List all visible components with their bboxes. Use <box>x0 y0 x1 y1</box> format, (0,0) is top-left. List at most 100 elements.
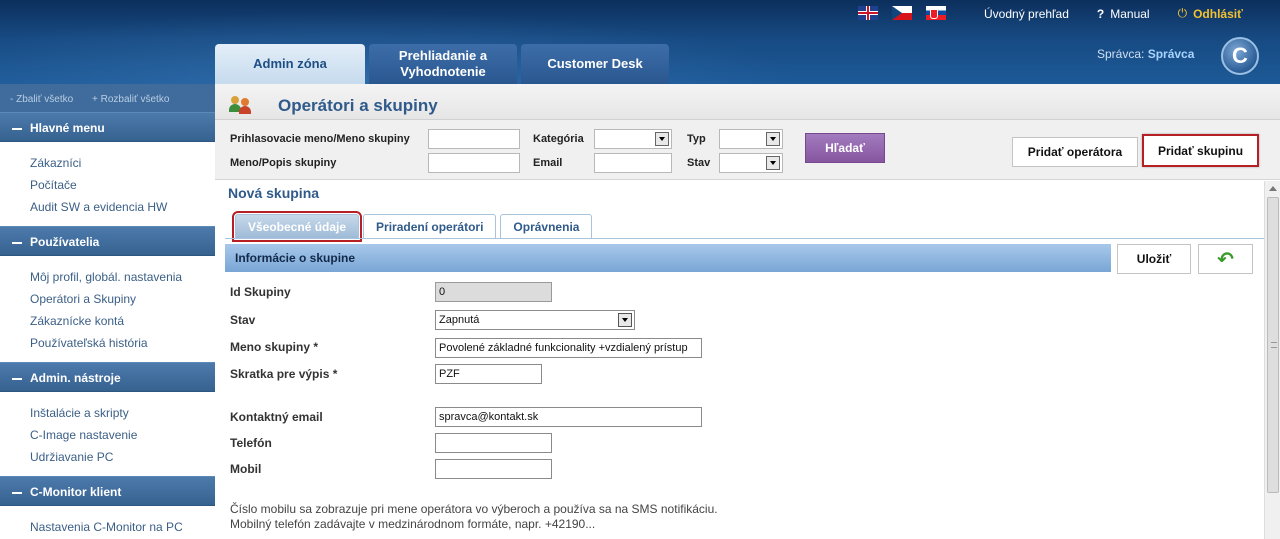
vertical-scrollbar[interactable] <box>1264 181 1280 539</box>
collapse-icon <box>12 127 22 130</box>
sk-flag-icon[interactable] <box>926 6 946 20</box>
group-id-label: Id Skupiny <box>230 285 291 299</box>
sidebar-item-customer-accounts[interactable]: Zákaznícke kontá <box>30 310 215 332</box>
top-header: Úvodný prehľad ? Manual ⏻ Odhlásiť Admin… <box>0 0 1280 84</box>
overview-link[interactable]: Úvodný prehľad <box>984 7 1069 21</box>
mobile-label: Mobil <box>230 462 262 476</box>
state-label: Stav <box>230 313 256 327</box>
top-links: Úvodný prehľad ? Manual ⏻ Odhlásiť <box>984 6 1243 21</box>
section-title: Používatelia <box>30 235 100 249</box>
tab-assigned-operators[interactable]: Priradení operátori <box>363 214 497 239</box>
page-title: Operátori a skupiny <box>278 96 438 115</box>
abbreviation-label: Skratka pre výpis * <box>230 367 338 381</box>
tabs-divider <box>225 238 1265 239</box>
save-button[interactable]: Uložiť <box>1117 244 1191 274</box>
login-filter-label: Prihlasovacie meno/Meno skupiny <box>230 133 410 145</box>
chevron-down-icon <box>766 132 780 146</box>
login-filter-input[interactable] <box>428 129 520 149</box>
sidebar-item-c-monitor-settings[interactable]: Nastavenia C-Monitor na PC <box>30 516 215 538</box>
section-title: C-Monitor klient <box>30 485 122 499</box>
chevron-down-icon <box>618 313 632 327</box>
state-select[interactable] <box>719 153 783 173</box>
abbreviation-field[interactable]: PZF <box>435 364 542 384</box>
state-value: Zapnutá <box>439 314 480 326</box>
admin-label: Správca: Správca <box>1097 47 1194 61</box>
title-bar: Operátori a skupiny <box>215 84 1280 120</box>
sidebar-section-body: Zákazníci Počítače Audit SW a evidencia … <box>0 142 215 226</box>
grip-icon <box>1271 342 1277 348</box>
sidebar-section-body: Môj profil, globál. nastavenia Operátori… <box>0 256 215 362</box>
scroll-up-icon[interactable] <box>1269 186 1277 191</box>
sidebar: - Zbaliť všetko + Rozbaliť všetko Hlavné… <box>0 84 215 539</box>
form-tabs: Všeobecné údaje Priradení operátori Oprá… <box>231 211 593 242</box>
sidebar-section-main-menu[interactable]: Hlavné menu <box>0 112 215 142</box>
tab-permissions[interactable]: Oprávnenia <box>500 214 593 239</box>
sidebar-section-admin-tools[interactable]: Admin. nástroje <box>0 362 215 392</box>
manual-link[interactable]: Manual <box>1110 7 1149 21</box>
sidebar-item-user-history[interactable]: Používateľská história <box>30 332 215 354</box>
phone-label: Telefón <box>230 436 272 450</box>
sidebar-item-computers[interactable]: Počítače <box>30 174 215 196</box>
logo-icon[interactable]: C <box>1221 37 1259 75</box>
search-button[interactable]: Hľadať <box>805 133 885 163</box>
sidebar-section-users[interactable]: Používatelia <box>0 226 215 256</box>
users-icon <box>229 94 253 114</box>
sidebar-item-my-profile[interactable]: Môj profil, globál. nastavenia <box>30 266 215 288</box>
sidebar-section-body: Inštalácie a skripty C-Image nastavenie … <box>0 392 215 476</box>
tab-review-evaluation[interactable]: Prehliadanie a Vyhodnotenie <box>369 44 517 84</box>
main-tabs: Admin zóna Prehliadanie a Vyhodnotenie C… <box>215 44 669 84</box>
tab-label: Admin zóna <box>253 56 327 71</box>
sidebar-item-customers[interactable]: Zákazníci <box>30 152 215 174</box>
collapse-all-link[interactable]: - Zbaliť všetko <box>10 94 73 105</box>
chevron-down-icon <box>766 156 780 170</box>
collapse-icon <box>12 241 22 244</box>
add-operator-button[interactable]: Pridať operátora <box>1012 137 1138 167</box>
phone-field[interactable] <box>435 433 552 453</box>
note-line: Číslo mobilu sa zobrazuje pri mene operá… <box>230 502 718 516</box>
name-filter-input[interactable] <box>428 153 520 173</box>
tab-general-info[interactable]: Všeobecné údaje <box>231 211 363 242</box>
email-filter-label: Email <box>533 157 563 169</box>
contact-email-label: Kontaktný email <box>230 410 323 424</box>
type-select[interactable] <box>719 129 783 149</box>
main-content: Operátori a skupiny Prihlasovacie meno/M… <box>215 84 1280 539</box>
sidebar-section-c-monitor[interactable]: C-Monitor klient <box>0 476 215 506</box>
tab-label: Customer Desk <box>547 56 643 71</box>
form-title: Nová skupina <box>228 185 320 201</box>
language-flags <box>858 6 946 20</box>
state-filter-label: Stav <box>687 157 711 169</box>
back-icon[interactable]: ↶ <box>1198 244 1253 274</box>
contact-email-field[interactable]: spravca@kontakt.sk <box>435 407 702 427</box>
tab-label: Prehliadanie a Vyhodnotenie <box>399 48 487 80</box>
category-select[interactable] <box>594 129 672 149</box>
section-title: Hlavné menu <box>30 121 105 135</box>
add-group-button[interactable]: Pridať skupinu <box>1142 134 1259 167</box>
logout-link[interactable]: Odhlásiť <box>1193 7 1243 21</box>
admin-name[interactable]: Správca <box>1148 47 1195 61</box>
tab-admin-zone[interactable]: Admin zóna <box>215 44 365 84</box>
expand-all-link[interactable]: + Rozbaliť všetko <box>92 94 169 105</box>
sidebar-item-installs-scripts[interactable]: Inštalácie a skripty <box>30 402 215 424</box>
cz-flag-icon[interactable] <box>892 6 912 20</box>
help-icon[interactable]: ? <box>1097 7 1104 21</box>
mobile-field[interactable] <box>435 459 552 479</box>
uk-flag-icon[interactable] <box>858 6 878 20</box>
sidebar-item-c-image[interactable]: C-Image nastavenie <box>30 424 215 446</box>
group-name-label: Meno skupiny * <box>230 340 319 354</box>
tab-label-line2: Vyhodnotenie <box>400 64 486 79</box>
tab-label-line1: Prehliadanie a <box>398 48 488 63</box>
tab-customer-desk[interactable]: Customer Desk <box>521 44 669 84</box>
search-panel: Prihlasovacie meno/Meno skupiny Meno/Pop… <box>215 120 1280 180</box>
power-icon[interactable]: ⏻ <box>1178 6 1188 21</box>
section-header: Informácie o skupine <box>225 244 1111 272</box>
sidebar-item-audit[interactable]: Audit SW a evidencia HW <box>30 196 215 218</box>
state-field-select[interactable]: Zapnutá <box>435 310 635 330</box>
sidebar-item-pc-maintenance[interactable]: Udržiavanie PC <box>30 446 215 468</box>
group-name-field[interactable]: Povolené základné funkcionality +vzdiale… <box>435 338 702 358</box>
sidebar-item-operators-groups[interactable]: Operátori a Skupiny <box>30 288 215 310</box>
admin-prefix: Správca: <box>1097 47 1148 61</box>
collapse-controls: - Zbaliť všetko + Rozbaliť všetko <box>0 84 215 112</box>
mobile-note: Číslo mobilu sa zobrazuje pri mene operá… <box>230 502 718 532</box>
scroll-thumb[interactable] <box>1267 197 1279 493</box>
email-filter-input[interactable] <box>594 153 672 173</box>
